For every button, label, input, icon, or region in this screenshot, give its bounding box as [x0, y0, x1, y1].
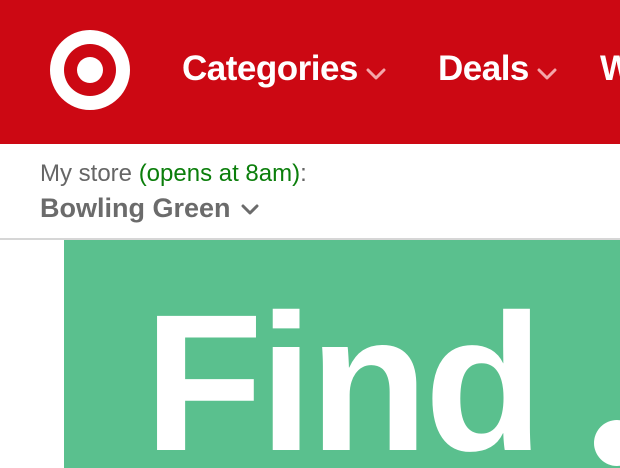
- promo-banner[interactable]: Find: [64, 240, 620, 468]
- nav-categories[interactable]: Categories: [182, 47, 386, 91]
- nav-deals-label: Deals: [438, 49, 529, 88]
- nav-deals[interactable]: Deals: [438, 47, 557, 91]
- banner-dot: [594, 420, 620, 466]
- chevron-down-icon: [241, 204, 259, 215]
- nav-truncated-label: W: [600, 49, 620, 88]
- nav-categories-label: Categories: [182, 49, 358, 88]
- target-logo-icon[interactable]: [50, 30, 130, 110]
- banner-headline: Find: [144, 274, 544, 468]
- nav-item-truncated[interactable]: W: [600, 47, 620, 91]
- chevron-down-icon: [366, 68, 386, 80]
- store-open-status: (opens at 8am): [138, 160, 301, 187]
- my-store-line: My store (opens at 8am):: [40, 159, 307, 189]
- page: Categories Deals W My store (opens at 8a…: [0, 0, 620, 468]
- store-selector[interactable]: Bowling Green: [40, 192, 259, 224]
- site-header: Categories Deals W: [0, 0, 620, 144]
- my-store-prefix: My store: [40, 160, 139, 187]
- chevron-down-icon: [537, 68, 557, 80]
- my-store-suffix: :: [300, 160, 307, 187]
- store-name: Bowling Green: [40, 193, 231, 223]
